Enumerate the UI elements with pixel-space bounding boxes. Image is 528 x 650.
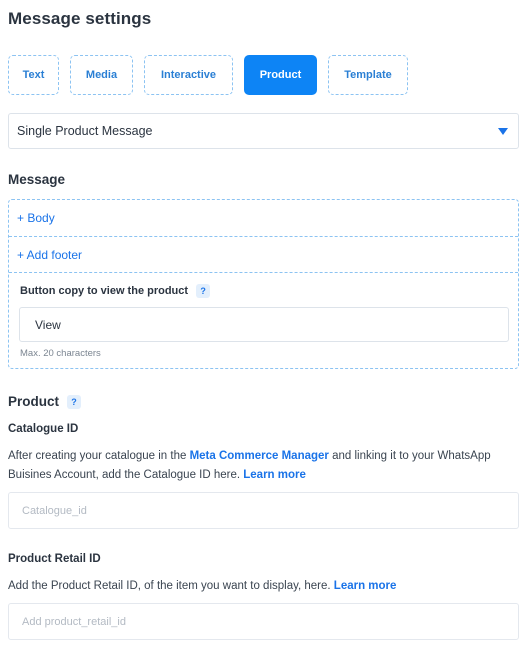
caret-down-icon [498,128,508,135]
catalogue-desc-text: After creating your catalogue in the [8,450,190,462]
message-type-select[interactable]: Single Product Message [8,113,519,149]
meta-commerce-manager-link[interactable]: Meta Commerce Manager [190,450,329,462]
catalogue-id-description: After creating your catalogue in the Met… [8,447,513,485]
catalogue-learn-more-link[interactable]: Learn more [243,469,306,481]
message-type-select-value: Single Product Message [17,124,153,138]
button-copy-label: Button copy to view the product [20,285,189,297]
help-icon[interactable]: ? [196,284,211,298]
tab-template[interactable]: Template [328,55,408,95]
tab-media[interactable]: Media [70,55,133,95]
product-retail-id-description: Add the Product Retail ID, of the item y… [8,577,513,596]
retail-learn-more-link[interactable]: Learn more [334,580,397,592]
message-section-title: Message [8,172,66,187]
add-body-button[interactable]: + Body [9,200,518,237]
tab-product[interactable]: Product [244,55,317,95]
retail-desc-text: Add the Product Retail ID, of the item y… [8,580,334,592]
message-type-tabs: Text Media Interactive Product Template [8,55,408,95]
message-editor: + Body + Add footer Button copy to view … [8,199,519,369]
product-section-title: Product [8,394,60,409]
product-retail-id-input[interactable] [8,603,519,640]
product-section-header: Product ? [8,394,82,409]
button-copy-input[interactable] [19,307,509,342]
button-copy-label-row: Button copy to view the product ? [20,284,211,298]
help-icon[interactable]: ? [67,394,82,409]
catalogue-id-input[interactable] [8,492,519,529]
add-footer-button[interactable]: + Add footer [9,237,518,273]
tab-interactive[interactable]: Interactive [144,55,233,95]
product-retail-id-label: Product Retail ID [8,553,101,565]
page-title: Message settings [8,9,152,28]
button-copy-hint: Max. 20 characters [20,348,101,359]
tab-text[interactable]: Text [8,55,59,95]
catalogue-id-label: Catalogue ID [8,423,79,435]
